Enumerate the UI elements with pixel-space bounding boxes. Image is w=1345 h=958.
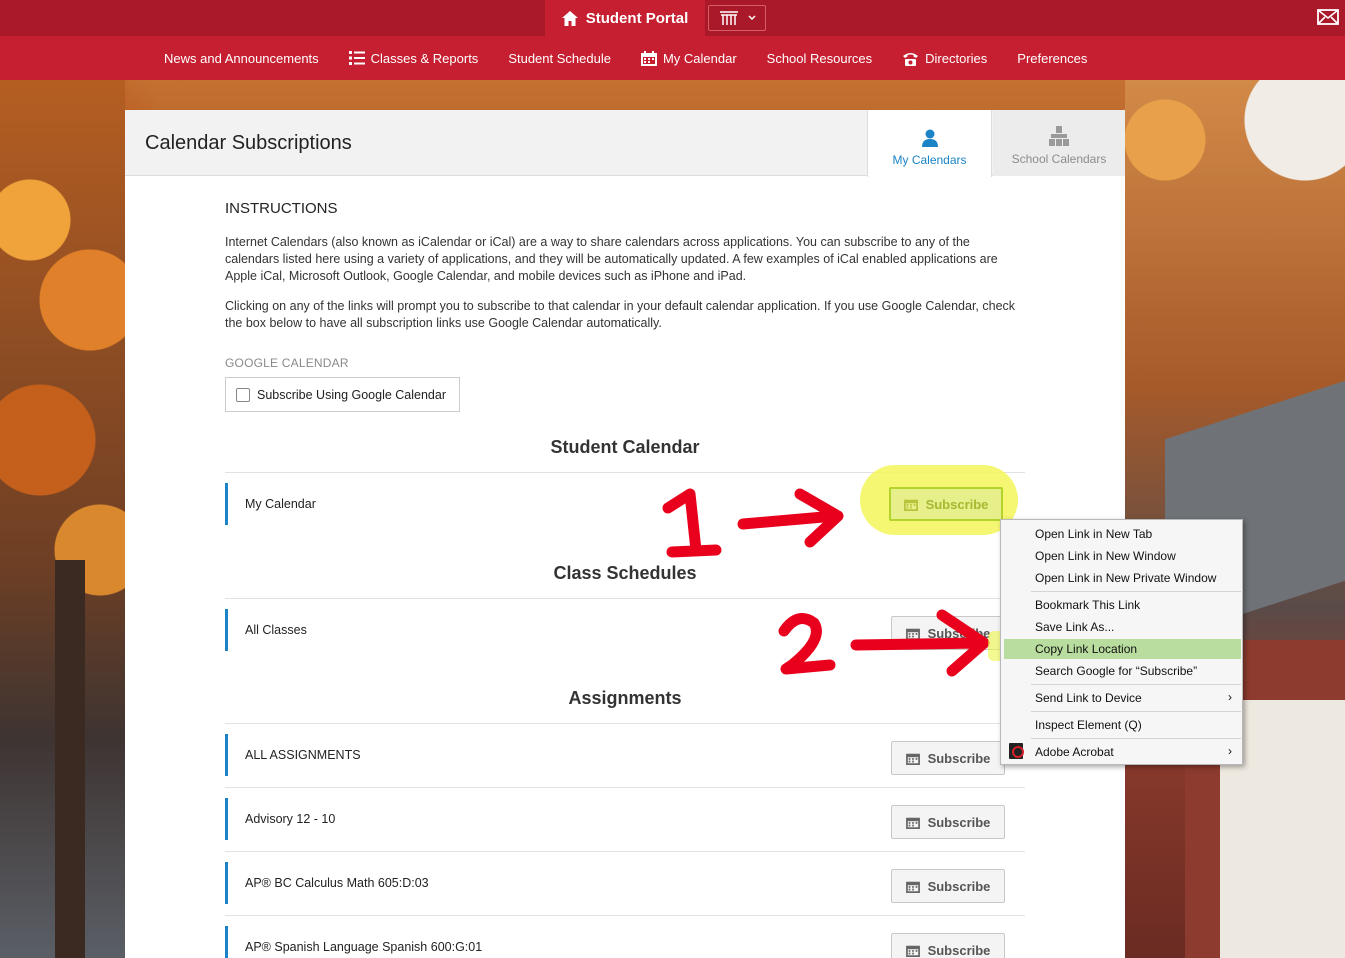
menu-item-adobe-acrobat[interactable]: Adobe Acrobat [1035, 742, 1114, 762]
menu-separator [1031, 738, 1241, 739]
row-name: ALL ASSIGNMENTS [245, 748, 361, 762]
instructions-heading: INSTRUCTIONS [225, 200, 338, 217]
nav-directories[interactable]: Directories [887, 51, 1002, 66]
tab-school-calendars[interactable]: School Calendars [993, 110, 1125, 176]
section-title-student-calendar: Student Calendar [550, 437, 700, 457]
context-menu: Open Link in New Tab Open Link in New Wi… [1000, 519, 1243, 765]
row-accent-bar [225, 926, 228, 958]
subscribe-button[interactable]: Subscribe [891, 741, 1005, 775]
background-photo-left [0, 80, 125, 958]
tab-my-calendars-label: My Calendars [892, 153, 967, 167]
google-calendar-checkbox[interactable] [236, 387, 250, 402]
annotation-step-2 [778, 609, 990, 677]
list-item: AP® BC Calculus Math 605:D:03 Subscribe [225, 851, 1025, 915]
nav-calendar-label: My Calendar [662, 50, 737, 66]
brand-home-link[interactable]: Student Portal [545, 0, 705, 36]
list-item: Advisory 12 - 10 Subscribe [225, 787, 1025, 851]
menu-item-open-new-window[interactable]: Open Link in New Window [1035, 546, 1176, 566]
subscribe-button-label: Subscribe [927, 750, 991, 766]
section-title-class-schedules: Class Schedules [553, 563, 697, 583]
menu-item-search-google[interactable]: Search Google for “Subscribe” [1035, 661, 1197, 681]
calendar-icon [905, 753, 920, 765]
calendar-icon [640, 50, 657, 66]
row-name: My Calendar [245, 497, 316, 511]
panel-header: Calendar Subscriptions My Calendars Scho… [125, 110, 1125, 177]
user-icon [921, 129, 938, 147]
annotation-step-1 [662, 488, 844, 558]
google-calendar-label: GOOGLE CALENDAR [225, 356, 349, 370]
nav-resources-label: School Resources [766, 50, 873, 66]
tab-school-calendars-label: School Calendars [1011, 152, 1107, 166]
subscribe-button[interactable]: Subscribe [891, 805, 1005, 839]
subscribe-button-label: Subscribe [927, 878, 991, 894]
section-title-assignments: Assignments [568, 688, 682, 708]
school-building-icon [1049, 126, 1069, 146]
nav-student-schedule[interactable]: Student Schedule [493, 51, 626, 66]
menu-item-send-link-to-device[interactable]: Send Link to Device [1035, 688, 1142, 708]
main-nav: News and Announcements Classes & Reports… [0, 36, 1345, 80]
nav-directories-label: Directories [925, 50, 988, 66]
row-accent-bar [225, 483, 228, 525]
google-calendar-checkbox-label: Subscribe Using Google Calendar [257, 387, 446, 402]
row-name: AP® Spanish Language Spanish 600:G:01 [245, 940, 483, 954]
list-item: AP® Spanish Language Spanish 600:G:01 Su… [225, 915, 1025, 958]
menu-item-open-private-window[interactable]: Open Link in New Private Window [1035, 568, 1216, 588]
panel-content: INSTRUCTIONS Internet Calendars (also kn… [225, 200, 1025, 958]
row-name: Advisory 12 - 10 [245, 812, 336, 826]
top-bar: Student Portal [0, 0, 1345, 36]
subscribe-button[interactable]: Subscribe [891, 933, 1005, 958]
menu-item-copy-link-location[interactable]: Copy Link Location [1004, 639, 1241, 659]
menu-separator [1031, 711, 1241, 712]
nav-preferences[interactable]: Preferences [1002, 51, 1102, 66]
home-icon [561, 10, 578, 26]
nav-news[interactable]: News and Announcements [149, 51, 334, 66]
menu-item-inspect-element[interactable]: Inspect Element (Q) [1035, 715, 1142, 735]
list-icon [348, 51, 365, 65]
tab-my-calendars[interactable]: My Calendars [867, 110, 992, 177]
instructions-paragraph-2: Clicking on any of the links will prompt… [225, 299, 1016, 330]
nav-classes-reports[interactable]: Classes & Reports [334, 51, 494, 66]
nav-news-label: News and Announcements [164, 50, 319, 66]
school-logo-icon [720, 11, 738, 25]
calendar-icon [903, 499, 918, 511]
phone-icon [903, 52, 919, 66]
nav-schedule-label: Student Schedule [508, 50, 611, 66]
nav-school-resources[interactable]: School Resources [752, 51, 888, 66]
calendar-icon [905, 817, 920, 829]
menu-item-save-link-as[interactable]: Save Link As... [1035, 617, 1114, 637]
menu-item-bookmark-link[interactable]: Bookmark This Link [1035, 595, 1140, 615]
row-name: All Classes [245, 623, 307, 637]
adobe-acrobat-icon [1009, 743, 1024, 759]
subscribe-button-label: Subscribe [925, 496, 989, 512]
chevron-down-icon [748, 15, 756, 21]
list-item: ALL ASSIGNMENTS Subscribe [225, 723, 1025, 787]
subscribe-button-label: Subscribe [927, 814, 991, 830]
calendar-icon [905, 881, 920, 893]
nav-my-calendar[interactable]: My Calendar [626, 50, 752, 66]
menu-item-open-new-tab[interactable]: Open Link in New Tab [1035, 524, 1152, 544]
subscribe-button-my-calendar[interactable]: Subscribe [889, 487, 1003, 521]
menu-separator [1031, 591, 1241, 592]
school-switcher[interactable] [708, 5, 766, 31]
row-accent-bar [225, 862, 228, 904]
row-accent-bar [225, 798, 228, 840]
google-calendar-option[interactable]: Subscribe Using Google Calendar [225, 377, 460, 412]
calendar-icon [905, 945, 920, 957]
brand-title: Student Portal [585, 9, 689, 27]
subscribe-button-label: Subscribe [927, 942, 991, 958]
nav-classes-label: Classes & Reports [370, 50, 479, 66]
chevron-right-icon: › [1228, 690, 1232, 704]
instructions-paragraph-1: Internet Calendars (also known as iCalen… [225, 235, 998, 283]
row-name: AP® BC Calculus Math 605:D:03 [245, 876, 429, 890]
row-accent-bar [225, 609, 228, 651]
menu-separator [1031, 684, 1241, 685]
row-accent-bar [225, 734, 228, 776]
subscribe-button[interactable]: Subscribe [891, 869, 1005, 903]
page-title: Calendar Subscriptions [145, 132, 352, 154]
chevron-right-icon: › [1228, 744, 1232, 758]
nav-preferences-label: Preferences [1017, 50, 1088, 66]
mail-icon[interactable] [1317, 8, 1339, 26]
